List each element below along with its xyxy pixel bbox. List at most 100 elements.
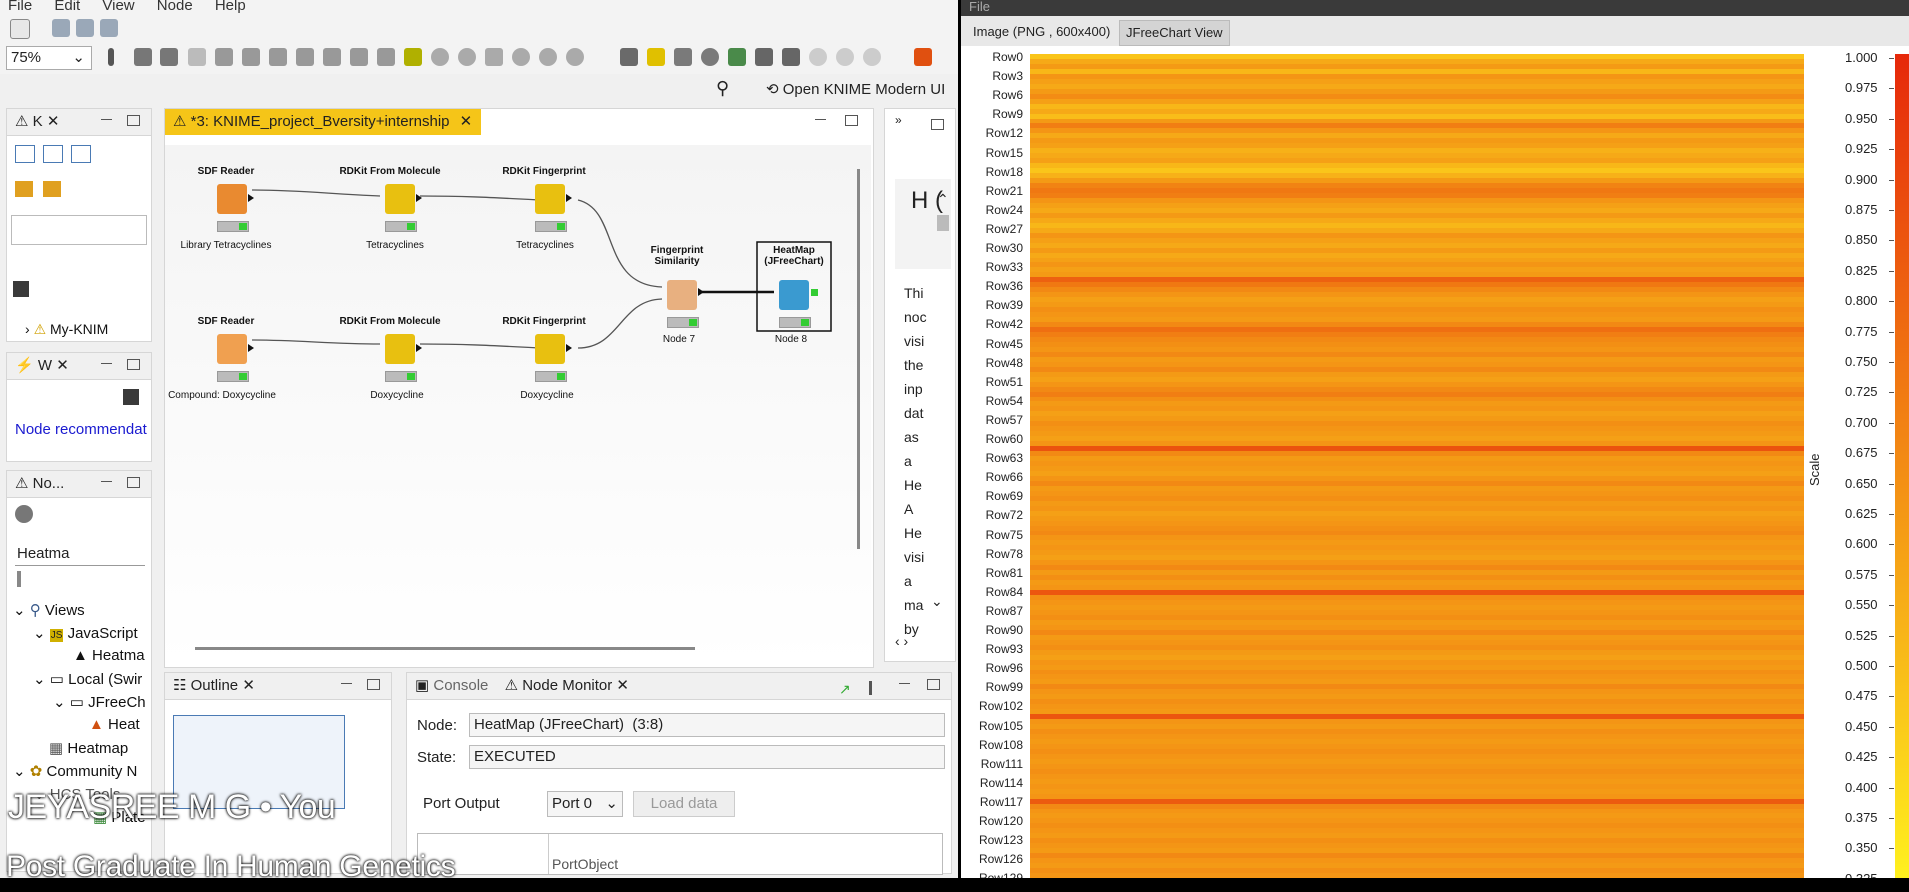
fingerprint-similarity-node[interactable] xyxy=(667,280,697,310)
scroll-up-icon[interactable]: ⌃ xyxy=(937,191,949,208)
row-label: Row108 xyxy=(978,737,1023,752)
row-label: Row9 xyxy=(992,107,1023,122)
heatmap-label[interactable]: Node 8 xyxy=(726,334,856,345)
description-text: Thi noc visi the inp dat as a He A He vi… xyxy=(904,281,944,641)
row-label: Row75 xyxy=(985,527,1023,542)
scale-tick xyxy=(1889,58,1894,59)
rdkit-from-molecule-2-title: RDKit From Molecule xyxy=(339,316,441,327)
node-value-field: HeatMap (JFreeChart) (3:8) xyxy=(469,713,945,737)
menu-file[interactable]: File xyxy=(969,0,990,14)
heatmap-title: HeatMap (JFreeChart) xyxy=(764,245,824,267)
description-word: visi xyxy=(904,549,925,565)
rdkit-fingerprint-2-node[interactable] xyxy=(535,334,565,364)
table-divider xyxy=(548,834,549,874)
node-monitor-tab[interactable]: ⚠ Node Monitor ✕ xyxy=(505,677,629,694)
description-header: H ( ⌃ xyxy=(895,179,951,269)
row-label: Row87 xyxy=(985,603,1023,618)
scale-tick xyxy=(1889,362,1894,363)
scale-tick-label: 0.625 xyxy=(1845,506,1878,521)
description-word: as xyxy=(904,429,919,445)
horizontal-scroll-arrows[interactable]: ‹ › xyxy=(895,633,908,649)
load-data-button[interactable]: Load data xyxy=(633,791,735,817)
tab-jfreechart[interactable]: JFreeChart View xyxy=(1119,20,1230,46)
scale-tick xyxy=(1889,179,1894,181)
row-label: Row39 xyxy=(985,298,1023,313)
scale-tick-label: 0.700 xyxy=(1845,414,1878,430)
sdf-reader-1-title: SDF Reader xyxy=(197,166,255,177)
scale-tick xyxy=(1889,848,1894,850)
scroll-thumb[interactable] xyxy=(937,215,949,231)
row-label: Row78 xyxy=(985,546,1023,561)
scale-tick xyxy=(1889,605,1894,607)
node-status-8 xyxy=(779,317,811,328)
scale-tick xyxy=(1889,331,1894,333)
scale-tick xyxy=(1889,818,1894,819)
heatmap-grid xyxy=(1030,54,1804,879)
scale-tick-label: 0.525 xyxy=(1845,627,1878,643)
row-label: Row48 xyxy=(985,355,1023,370)
description-word: a xyxy=(904,453,912,469)
description-word: He xyxy=(904,477,922,493)
heatmap-node[interactable] xyxy=(779,280,809,310)
scroll-down-icon[interactable]: ⌄ xyxy=(931,593,943,610)
scale-tick-label: 0.775 xyxy=(1845,323,1878,339)
output-port[interactable] xyxy=(566,194,572,202)
description-tab-icon[interactable]: » xyxy=(895,113,902,127)
scale-tick-label: 0.500 xyxy=(1845,658,1878,673)
scale-tick xyxy=(1889,88,1894,90)
rdkit-from-molecule-2-node[interactable] xyxy=(385,334,415,364)
connection-4 xyxy=(419,343,541,349)
scale-tick-label: 0.950 xyxy=(1845,110,1878,126)
console-tab[interactable]: ▣ Console xyxy=(415,677,488,694)
output-port[interactable] xyxy=(248,194,254,202)
rdkit-fingerprint-1-label[interactable]: Tetracyclines xyxy=(480,240,610,251)
rdkit-from-molecule-1-label[interactable]: Tetracyclines xyxy=(330,240,460,251)
scale-axis-title: Scale xyxy=(1807,453,1822,486)
output-port[interactable] xyxy=(698,288,704,296)
pin-icon[interactable]: ↗ xyxy=(839,681,851,698)
minimize-icon[interactable] xyxy=(899,683,910,693)
output-port[interactable] xyxy=(416,344,422,352)
description-word: He xyxy=(904,525,922,541)
output-port[interactable] xyxy=(416,194,422,202)
menu-icon[interactable] xyxy=(869,681,872,695)
restore-icon[interactable] xyxy=(931,119,944,130)
output-port[interactable] xyxy=(566,344,572,352)
console-icon: ▣ xyxy=(415,677,430,694)
chevron-down-icon: ⌄ xyxy=(605,795,618,812)
sdf-reader-1-node[interactable] xyxy=(217,184,247,214)
sdf-reader-2-node[interactable] xyxy=(217,334,247,364)
monitor-icon: ⚠ xyxy=(504,677,519,694)
row-label: Row0 xyxy=(992,50,1023,64)
port-select[interactable]: Port 0 ⌄ xyxy=(547,791,623,817)
scale-tick xyxy=(1889,544,1894,546)
row-label: Row24 xyxy=(985,202,1023,217)
image-port[interactable] xyxy=(811,289,818,296)
minimize-icon[interactable] xyxy=(341,683,352,693)
description-word: dat xyxy=(904,405,924,421)
rdkit-fingerprint-1-node[interactable] xyxy=(535,184,565,214)
presenter-name: JEYASREE M G • You xyxy=(8,788,336,826)
scale-tick xyxy=(1889,149,1894,151)
rdkit-from-molecule-2-label[interactable]: Doxycycline xyxy=(332,390,462,401)
rdkit-fingerprint-2-label[interactable]: Doxycycline xyxy=(482,390,612,401)
row-label: Row12 xyxy=(985,126,1023,141)
scale-tick-label: 0.350 xyxy=(1845,840,1878,856)
row-label: Row96 xyxy=(985,661,1023,676)
fingerprint-similarity-label[interactable]: Node 7 xyxy=(614,334,744,345)
sdf-reader-2-label[interactable]: Compound: Doxycycline xyxy=(157,390,287,401)
description-word: A xyxy=(904,501,914,517)
outline-tab[interactable]: ☷ Outline ✕ xyxy=(165,673,391,700)
scale-tick xyxy=(1889,514,1894,515)
maximize-icon[interactable] xyxy=(927,679,940,690)
sdf-reader-1-label[interactable]: Library Tetracyclines xyxy=(161,240,291,251)
rdkit-fingerprint-1-title: RDKit Fingerprint xyxy=(502,166,586,177)
close-icon[interactable]: ✕ xyxy=(616,677,629,694)
maximize-icon[interactable] xyxy=(367,679,380,690)
rdkit-from-molecule-1-node[interactable] xyxy=(385,184,415,214)
close-icon[interactable]: ✕ xyxy=(242,677,255,694)
output-port[interactable] xyxy=(248,344,254,352)
tab-image[interactable]: Image (PNG , 600x400) xyxy=(967,20,1116,44)
scale-tick xyxy=(1889,118,1894,120)
scale-tick-label: 0.750 xyxy=(1845,354,1878,369)
